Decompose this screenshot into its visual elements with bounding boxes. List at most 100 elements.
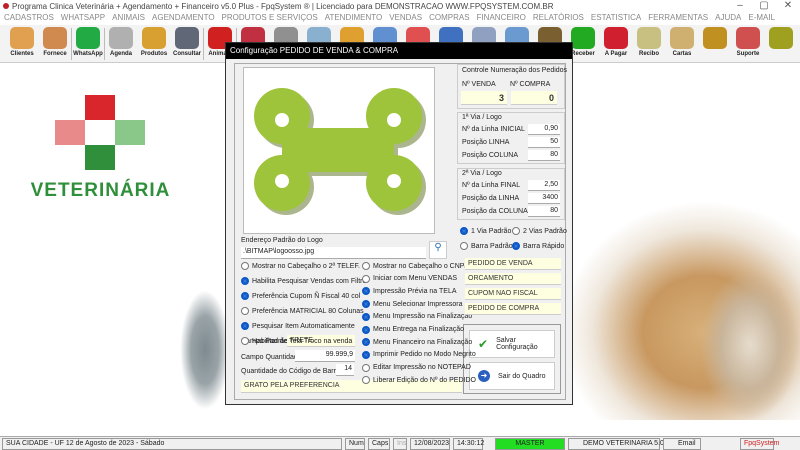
minimize-button[interactable]: – bbox=[728, 0, 752, 13]
toolbar-icon bbox=[43, 27, 67, 49]
menu-item[interactable]: ESTATISTICA bbox=[591, 13, 641, 25]
radio-label: Iniciar com Menu VENDAS bbox=[373, 275, 458, 283]
radio-icon bbox=[512, 227, 520, 235]
mid-option[interactable]: Imprimir Pedido no Modo Negrito bbox=[362, 350, 476, 359]
radio-label: Preferência MATRICIAL 80 Colunas bbox=[252, 307, 364, 315]
dialog-title: Configuração PEDIDO DE VENDA & COMPRA bbox=[226, 43, 572, 59]
radio-icon bbox=[362, 338, 370, 347]
status-email[interactable]: Email bbox=[663, 438, 701, 450]
barras-label: Quantidade do Código de Barras bbox=[241, 368, 344, 375]
menu-item[interactable]: E-MAIL bbox=[748, 13, 775, 25]
toolbar-button[interactable]: Produtos bbox=[138, 27, 170, 61]
menu-item[interactable]: CADASTROS bbox=[4, 13, 54, 25]
left-option[interactable]: Preferência Cupom Ñ Fiscal 40 col bbox=[241, 292, 360, 300]
via2-title: 2ª Via / Logo bbox=[462, 170, 502, 177]
menu-item[interactable]: ATENDIMENTO bbox=[325, 13, 382, 25]
left-option[interactable]: Mostrar no Cabeçalho o 2ª TELEF. bbox=[241, 262, 360, 270]
save-config-button[interactable]: ✔ Salvar Configuração bbox=[469, 330, 555, 358]
toolbar-button[interactable]: Cartas bbox=[666, 27, 698, 61]
menu-item[interactable]: FINANCEIRO bbox=[477, 13, 526, 25]
exit-button[interactable]: ➜ Sair do Quadro bbox=[469, 362, 555, 390]
background-parrot-photo bbox=[180, 290, 230, 410]
toolbar-button[interactable]: Agenda bbox=[105, 27, 137, 61]
menu-item[interactable]: AJUDA bbox=[715, 13, 741, 25]
title-input[interactable]: CUPOM NAO FISCAL bbox=[465, 288, 561, 300]
menu-item[interactable]: RELATÓRIOS bbox=[533, 13, 584, 25]
menu-bar: CADASTROS WHATSAPP ANIMAIS AGENDAMENTO PRODU… bbox=[0, 13, 800, 25]
toolbar-button[interactable]: Consultar bbox=[171, 27, 203, 61]
campo-quantidade-input[interactable]: 99.999,9 bbox=[295, 350, 355, 362]
menu-item[interactable]: ANIMAIS bbox=[112, 13, 145, 25]
title-input[interactable]: PEDIDO DE VENDA bbox=[465, 258, 561, 270]
row-input[interactable]: 50 bbox=[528, 137, 560, 148]
toolbar-icon bbox=[10, 27, 34, 49]
radio-icon bbox=[362, 325, 370, 334]
mid-option[interactable]: Menu Selecionar Impressora bbox=[362, 300, 463, 309]
row-input[interactable]: 80 bbox=[528, 150, 560, 161]
row-input[interactable]: 0,90 bbox=[528, 124, 560, 135]
toolbar-button[interactable]: Recibo bbox=[633, 27, 665, 61]
mid-option[interactable]: Mostrar no Cabeçalho o CNPJ bbox=[362, 262, 468, 270]
radio-icon bbox=[241, 322, 249, 330]
mid-option[interactable]: Impressão Prévia na TELA bbox=[362, 287, 457, 296]
toolbar-label: Consultar bbox=[172, 51, 201, 57]
title-input[interactable]: ORCAMENTO bbox=[465, 273, 561, 285]
radio-icon bbox=[460, 242, 468, 250]
toolbar-icon bbox=[637, 27, 661, 49]
compra-number-input[interactable]: 0 bbox=[511, 91, 557, 105]
logo-path-input[interactable]: .\BITMAP\logoosso.jpg bbox=[241, 247, 426, 259]
numeracao-group: Controle Numeração dos Pedidos Nº VENDA … bbox=[457, 64, 567, 109]
via-radio[interactable]: Barra Rápido bbox=[512, 242, 564, 250]
via1-group: 1ª Via / Logo Nº da Linha INICIAL 0,90 Posi… bbox=[457, 112, 565, 164]
menu-item[interactable]: AGENDAMENTO bbox=[152, 13, 215, 25]
row-input[interactable]: 80 bbox=[528, 206, 560, 217]
mid-option[interactable]: Liberar Edição do Nº do PEDIDO bbox=[362, 376, 476, 385]
mid-option[interactable]: Iniciar com Menu VENDAS bbox=[362, 274, 458, 283]
status-user: MASTER bbox=[495, 438, 565, 450]
toolbar-button[interactable]: Suporte bbox=[732, 27, 764, 61]
row-label: Posição COLUNA bbox=[462, 152, 519, 159]
close-button[interactable]: ✕ bbox=[776, 0, 800, 13]
menu-item[interactable]: VENDAS bbox=[389, 13, 422, 25]
radio-label: Menu Entrega na Finalização bbox=[373, 326, 465, 333]
left-option[interactable]: Habilitar de Tela Troco na venda bbox=[241, 337, 352, 345]
toolbar-label: Fornece bbox=[43, 51, 67, 57]
menu-item[interactable]: COMPRAS bbox=[429, 13, 469, 25]
via-radio[interactable]: 1 Via Padrão bbox=[460, 227, 511, 235]
toolbar-button[interactable]: A Pagar bbox=[600, 27, 632, 61]
toolbar-button[interactable]: WhatsApp bbox=[72, 27, 104, 61]
radio-icon bbox=[362, 262, 370, 270]
left-option[interactable]: Preferência MATRICIAL 80 Colunas bbox=[241, 307, 364, 315]
left-option[interactable]: Habilita Pesquisar Vendas com Filtro bbox=[241, 277, 366, 285]
row-input[interactable]: 3400 bbox=[528, 193, 560, 204]
mid-option[interactable]: Menu Financeiro na Finalização bbox=[362, 338, 472, 347]
mid-option[interactable]: Menu Entrega na Finalização bbox=[362, 325, 465, 334]
row-input[interactable]: 2,50 bbox=[528, 180, 560, 191]
radio-label: Habilita Pesquisar Vendas com Filtro bbox=[252, 277, 367, 285]
menu-item[interactable]: PRODUTOS E SERVIÇOS bbox=[222, 13, 318, 25]
left-option[interactable]: Pesquisar Item Automaticamente bbox=[241, 322, 355, 330]
app-icon bbox=[3, 3, 9, 9]
radio-label: Pesquisar Item Automaticamente bbox=[252, 322, 355, 330]
toolbar-label: Agenda bbox=[109, 51, 132, 57]
mid-option[interactable]: Editar Impressão no NOTEPAD bbox=[362, 363, 471, 372]
toolbar-button[interactable] bbox=[699, 27, 731, 61]
radio-label: 2 Vias Padrão bbox=[523, 227, 567, 235]
title-input[interactable]: PEDIDO DE COMPRA bbox=[465, 303, 561, 315]
config-dialog: Configuração PEDIDO DE VENDA & COMPRA En… bbox=[225, 42, 573, 405]
browse-search-icon[interactable]: ⚲ bbox=[429, 241, 447, 259]
menu-item[interactable]: WHATSAPP bbox=[61, 13, 105, 25]
maximize-button[interactable]: ▢ bbox=[752, 0, 776, 13]
menu-item[interactable]: FERRAMENTAS bbox=[648, 13, 708, 25]
via-radio[interactable]: Barra Padrão bbox=[460, 242, 513, 250]
toolbar-button[interactable]: Clientes bbox=[6, 27, 38, 61]
toolbar-button[interactable]: Fornece bbox=[39, 27, 71, 61]
barras-input[interactable]: 14 bbox=[336, 364, 354, 376]
venda-number-input[interactable]: 3 bbox=[461, 91, 507, 105]
mid-option[interactable]: Menu Impressão na Finalização bbox=[362, 312, 472, 321]
toolbar-button[interactable] bbox=[765, 27, 797, 61]
row-label: Nº da Linha INICIAL bbox=[462, 126, 525, 133]
arrow-right-icon: ➜ bbox=[478, 370, 490, 382]
radio-icon bbox=[362, 312, 370, 321]
via-radio[interactable]: 2 Vias Padrão bbox=[512, 227, 567, 235]
